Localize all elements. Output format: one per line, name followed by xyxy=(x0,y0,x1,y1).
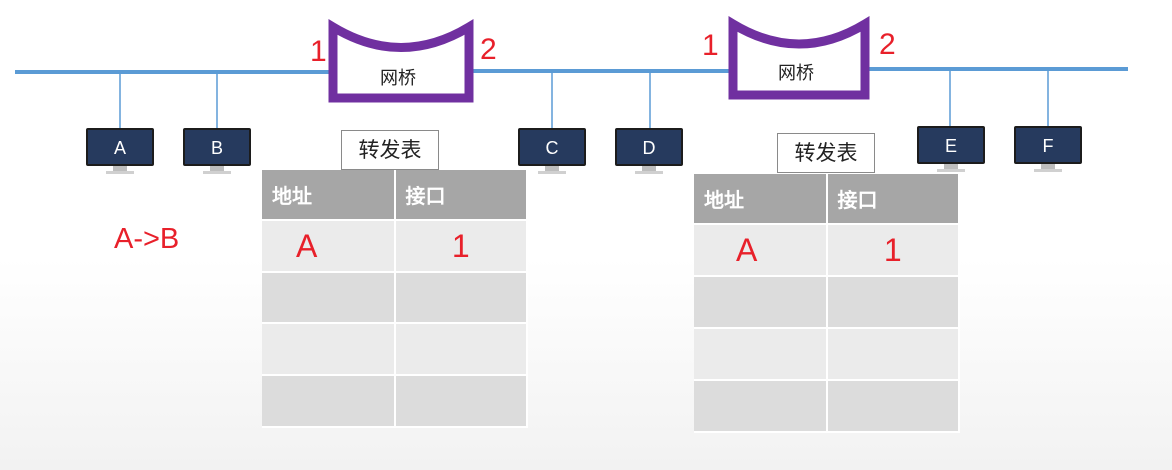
address-cell xyxy=(694,276,828,329)
host-a-label: A xyxy=(86,128,154,166)
forwarding-table-1: 地址 接口 A 1 xyxy=(262,170,528,428)
header-address: 地址 xyxy=(694,174,828,225)
frame-label: A->B xyxy=(114,223,180,255)
address-cell: A xyxy=(262,220,396,273)
monitor-base-icon xyxy=(635,171,663,174)
host-e: E xyxy=(917,126,985,174)
table-row: A 1 xyxy=(262,220,528,273)
table-row xyxy=(262,323,528,376)
bridge1-label: 网桥 xyxy=(380,68,416,89)
host-e-label: E xyxy=(917,126,985,164)
header-interface: 接口 xyxy=(826,174,960,225)
address-cell xyxy=(262,375,396,428)
forwarding-table-2: 地址 接口 A 1 xyxy=(694,174,960,433)
address-cell xyxy=(694,380,828,433)
bridge2-port-right: 2 xyxy=(879,28,896,61)
interface-cell xyxy=(394,375,528,428)
host-f: F xyxy=(1014,126,1082,174)
monitor-base-icon xyxy=(1034,169,1062,172)
table-row: A 1 xyxy=(694,224,960,277)
table-header-row: 地址 接口 xyxy=(262,170,528,221)
address-cell xyxy=(694,328,828,381)
table-row xyxy=(262,272,528,324)
host-f-label: F xyxy=(1014,126,1082,164)
monitor-base-icon xyxy=(203,171,231,174)
table-row xyxy=(262,375,528,428)
table-row xyxy=(694,328,960,381)
bridge2-port-left: 1 xyxy=(702,29,719,62)
monitor-base-icon xyxy=(937,169,965,172)
host-d: D xyxy=(615,128,683,176)
interface-cell: 1 xyxy=(826,224,960,277)
host-c: C xyxy=(518,128,586,176)
interface-cell xyxy=(826,380,960,433)
interface-cell xyxy=(394,323,528,376)
header-address: 地址 xyxy=(262,170,396,221)
table1-title: 转发表 xyxy=(341,130,439,170)
address-cell: A xyxy=(694,224,828,277)
bridge1-port-right: 2 xyxy=(480,33,497,66)
monitor-base-icon xyxy=(538,171,566,174)
address-cell xyxy=(262,272,396,324)
table-row xyxy=(694,380,960,433)
interface-cell xyxy=(826,328,960,381)
host-a: A xyxy=(86,128,154,176)
table2-title: 转发表 xyxy=(777,133,875,173)
interface-cell: 1 xyxy=(394,220,528,273)
monitor-base-icon xyxy=(106,171,134,174)
interface-cell xyxy=(394,272,528,324)
host-b-label: B xyxy=(183,128,251,166)
table-row xyxy=(694,276,960,329)
header-interface: 接口 xyxy=(394,170,528,221)
bridge1-port-left: 1 xyxy=(310,35,327,68)
interface-cell xyxy=(826,276,960,329)
host-b: B xyxy=(183,128,251,176)
host-d-label: D xyxy=(615,128,683,166)
table-header-row: 地址 接口 xyxy=(694,174,960,225)
host-c-label: C xyxy=(518,128,586,166)
address-cell xyxy=(262,323,396,376)
bridge2-label: 网桥 xyxy=(778,63,814,84)
